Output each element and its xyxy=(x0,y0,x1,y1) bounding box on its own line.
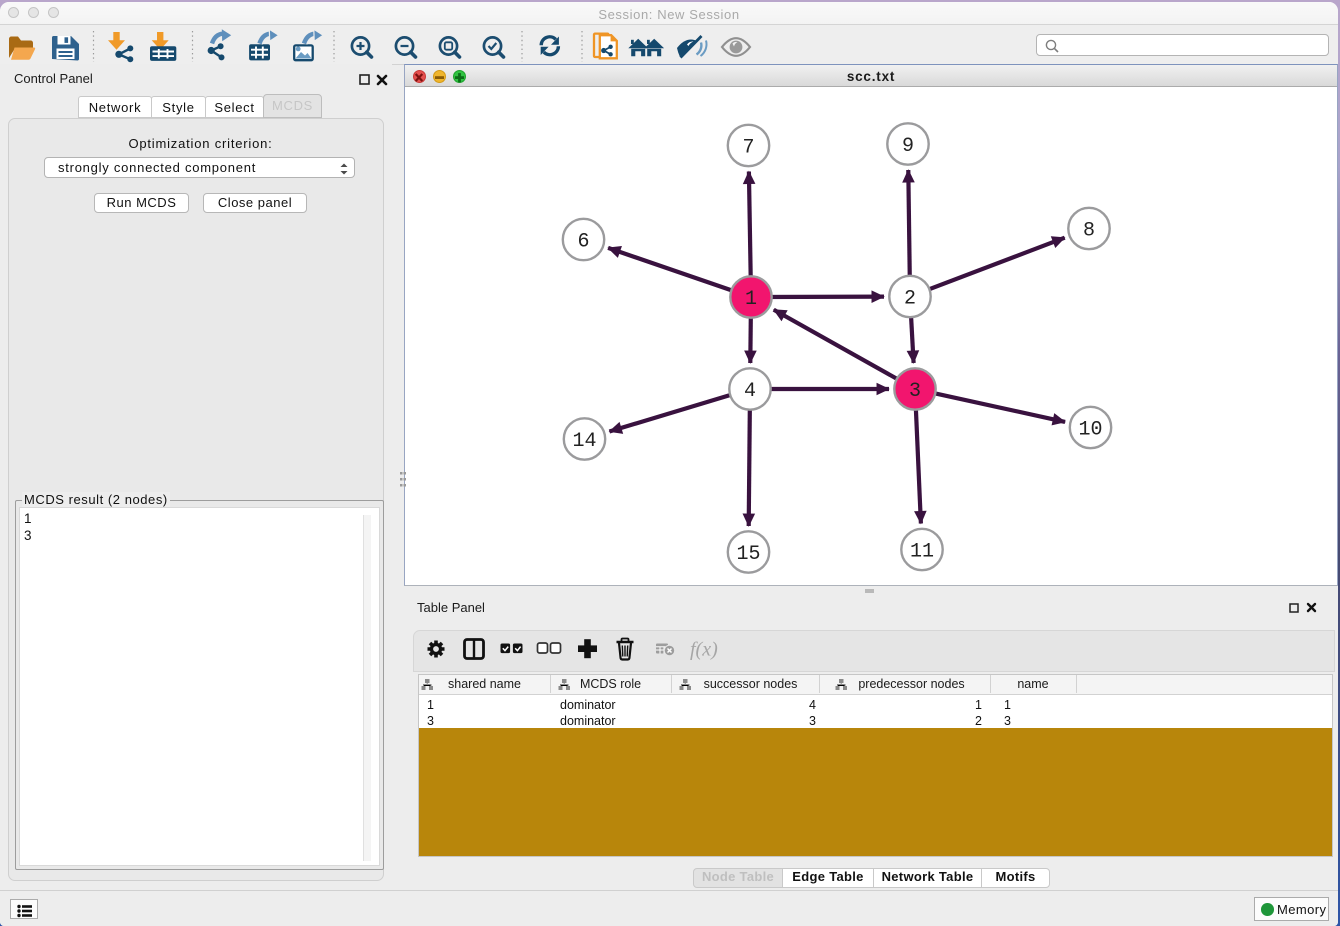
svg-text:f(x): f(x) xyxy=(690,639,718,661)
svg-text:14: 14 xyxy=(572,430,596,453)
svg-text:7: 7 xyxy=(742,137,754,160)
svg-text:6: 6 xyxy=(577,231,589,254)
svg-text:10: 10 xyxy=(1078,419,1102,442)
svg-text:11: 11 xyxy=(910,541,934,564)
svg-text:15: 15 xyxy=(736,543,760,566)
svg-text:1: 1 xyxy=(745,288,757,311)
svg-text:8: 8 xyxy=(1083,220,1095,243)
svg-text:2: 2 xyxy=(904,288,916,311)
svg-text:3: 3 xyxy=(909,380,921,403)
svg-text:4: 4 xyxy=(744,380,756,403)
svg-text:9: 9 xyxy=(902,135,914,158)
